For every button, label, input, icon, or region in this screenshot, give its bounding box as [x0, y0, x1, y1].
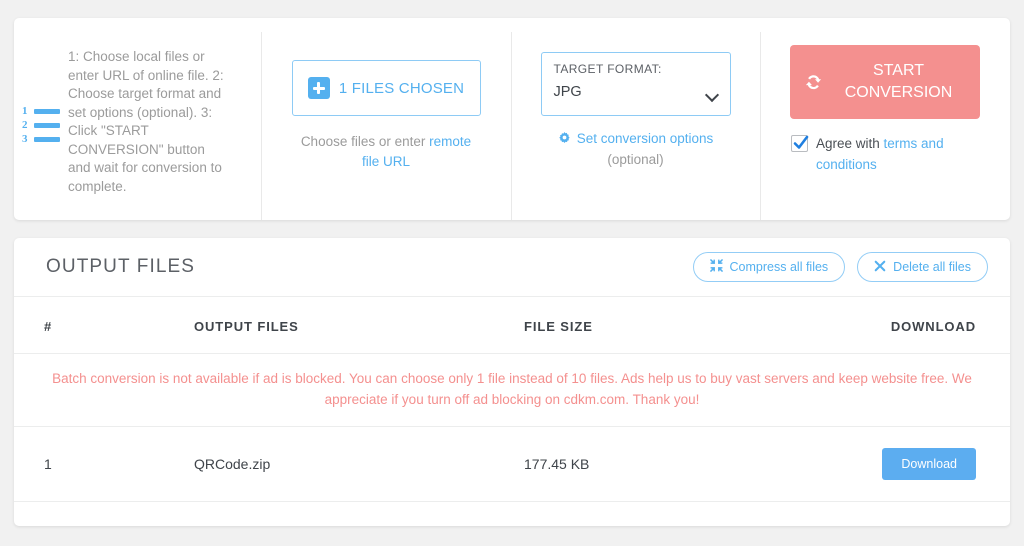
download-button[interactable]: Download — [882, 448, 976, 480]
compress-all-files-button[interactable]: Compress all files — [692, 252, 846, 282]
column-header-size: FILE SIZE — [524, 297, 804, 354]
close-x-icon — [874, 260, 886, 275]
column-header-number: # — [14, 297, 194, 354]
delete-all-files-button[interactable]: Delete all files — [857, 252, 988, 282]
set-conversion-options-label: Set conversion options — [576, 131, 714, 146]
ordered-list-icon: 1 2 3 — [22, 106, 68, 145]
row-download-cell: Download — [804, 426, 1010, 502]
output-files-title: OUTPUT FILES — [46, 256, 196, 277]
ordered-list-number-2: 2 — [22, 119, 28, 131]
ad-block-notice-row: Batch conversion is not available if ad … — [14, 353, 1010, 427]
ad-block-notice-text: Batch conversion is not available if ad … — [14, 353, 1010, 427]
compress-icon — [709, 259, 723, 275]
choose-files-hint-text: Choose files or enter — [300, 134, 430, 149]
ordered-list-bar — [34, 123, 60, 128]
row-file-name: QRCode.zip — [194, 426, 524, 502]
choose-files-hint: Choose files or enter remote file URL — [296, 132, 476, 172]
compress-all-files-label: Compress all files — [729, 260, 829, 274]
start-conversion-section: START CONVERSION Agree with terms and co… — [760, 18, 1010, 220]
agree-prefix: Agree with — [816, 136, 884, 151]
gear-icon — [558, 132, 571, 145]
ordered-list-bar — [34, 109, 60, 114]
ordered-list-bar — [34, 137, 60, 142]
target-format-optional-note: (optional) — [607, 152, 664, 167]
column-header-name: OUTPUT FILES — [194, 297, 524, 354]
target-format-caption: TARGET FORMAT: — [553, 62, 662, 76]
instructions-section: 1 2 3 1: Choose local files or enter URL… — [14, 18, 261, 220]
plus-square-icon — [307, 77, 330, 99]
row-file-size: 177.45 KB — [524, 426, 804, 502]
output-files-table: # OUTPUT FILES FILE SIZE DOWNLOAD Batch … — [14, 297, 1010, 502]
start-conversion-button[interactable]: START CONVERSION — [790, 45, 980, 119]
output-files-header: OUTPUT FILES Compress all files Delete a… — [14, 238, 1010, 297]
output-header-actions: Compress all files Delete all files — [692, 252, 988, 282]
target-format-section: TARGET FORMAT: JPG Set conversion option… — [511, 18, 760, 220]
sync-icon — [804, 73, 823, 92]
files-chosen-label: 1 FILES CHOSEN — [338, 79, 465, 97]
table-row: 1 QRCode.zip 177.45 KB Download — [14, 426, 1010, 502]
choose-files-section: 1 FILES CHOSEN Choose files or enter rem… — [261, 18, 511, 220]
page-root: 1 2 3 1: Choose local files or enter URL… — [0, 0, 1024, 546]
delete-all-files-label: Delete all files — [893, 260, 971, 274]
table-header-row: # OUTPUT FILES FILE SIZE DOWNLOAD — [14, 297, 1010, 354]
ordered-list-number-3: 3 — [22, 133, 28, 145]
terms-agreement-row: Agree with terms and conditions — [791, 133, 979, 175]
row-number: 1 — [14, 426, 194, 502]
files-chosen-button[interactable]: 1 FILES CHOSEN — [291, 60, 481, 116]
column-header-download: DOWNLOAD — [804, 297, 1010, 354]
output-files-table-body: Batch conversion is not available if ad … — [14, 353, 1010, 502]
agree-terms-checkbox[interactable] — [791, 135, 809, 152]
instructions-text: 1: Choose local files or enter URL of on… — [68, 49, 224, 194]
target-format-select[interactable]: TARGET FORMAT: JPG — [540, 52, 731, 116]
ordered-list-number-1: 1 — [22, 105, 28, 117]
start-conversion-label: START CONVERSION — [844, 62, 953, 101]
target-format-value: JPG — [553, 84, 582, 100]
conversion-setup-panel: 1 2 3 1: Choose local files or enter URL… — [14, 18, 1010, 220]
set-conversion-options-link[interactable]: Set conversion options — [558, 131, 714, 146]
output-files-panel: OUTPUT FILES Compress all files Delete a… — [14, 238, 1010, 526]
terms-agreement-text: Agree with terms and conditions — [816, 133, 979, 175]
output-files-table-head: # OUTPUT FILES FILE SIZE DOWNLOAD — [14, 297, 1010, 354]
